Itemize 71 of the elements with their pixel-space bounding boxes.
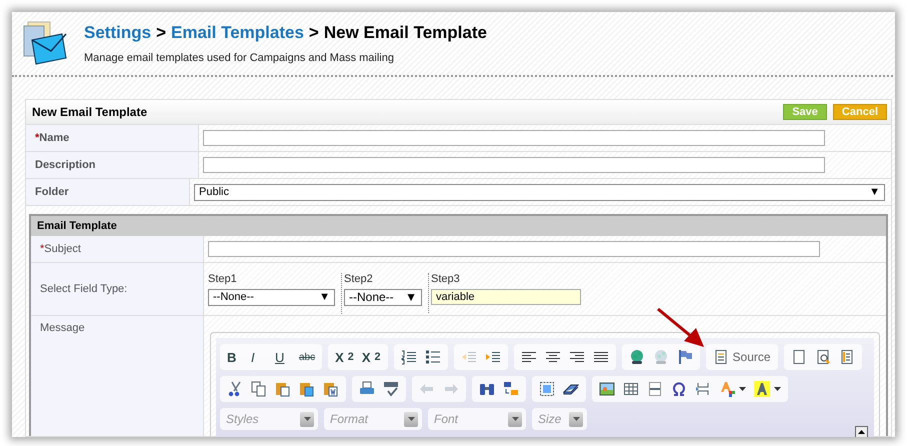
text-field[interactable] bbox=[203, 157, 825, 173]
caret-icon bbox=[304, 417, 310, 421]
clipboard-icon bbox=[275, 381, 291, 397]
field-label: Folder bbox=[26, 179, 190, 205]
step-label: Step1 bbox=[208, 272, 238, 284]
indent-icon bbox=[484, 349, 501, 365]
field-label: Message bbox=[31, 316, 204, 436]
caret-icon bbox=[774, 387, 781, 391]
scissors-icon bbox=[227, 381, 243, 397]
redo-icon bbox=[443, 381, 459, 397]
caret-icon bbox=[408, 417, 414, 421]
justify-icon bbox=[592, 349, 609, 365]
format-button[interactable]: I bbox=[248, 347, 270, 367]
field-label: Select Field Type: bbox=[31, 263, 204, 315]
caret-icon bbox=[512, 417, 518, 421]
panel-title: New Email Template bbox=[32, 105, 148, 119]
clipboard-icon bbox=[299, 381, 315, 397]
select-field[interactable]: --None-- ▼ bbox=[208, 288, 335, 306]
select-field[interactable]: Public ▼ bbox=[194, 184, 885, 200]
replace-icon bbox=[503, 381, 519, 397]
table-icon bbox=[623, 381, 639, 397]
caret-icon bbox=[572, 417, 580, 421]
triangle-up-icon bbox=[858, 430, 865, 434]
clipboard-icon bbox=[323, 381, 339, 397]
outdent-icon bbox=[460, 349, 477, 365]
highlight-color-icon bbox=[754, 381, 770, 397]
align-center-icon bbox=[544, 349, 561, 365]
breadcrumb-separator: > bbox=[308, 23, 319, 42]
spellcheck-icon bbox=[383, 381, 399, 397]
field-label: Description bbox=[26, 152, 199, 178]
step-label: Step3 bbox=[431, 272, 461, 284]
align-right-icon bbox=[568, 349, 585, 365]
magnifier-page-icon bbox=[814, 349, 831, 365]
breadcrumb-link[interactable]: Settings bbox=[84, 23, 152, 42]
bulleted-list-icon bbox=[424, 349, 441, 365]
omega-icon bbox=[671, 381, 687, 397]
field-label: *Name bbox=[26, 125, 199, 151]
text-field[interactable]: variable bbox=[431, 288, 581, 304]
globe-icon bbox=[628, 349, 645, 365]
source-button[interactable]: Source bbox=[710, 347, 774, 367]
globe-icon bbox=[652, 349, 669, 365]
page-subtitle: Manage email templates used for Campaigns and Mass mailing bbox=[84, 52, 395, 64]
format-button[interactable]: abc bbox=[296, 347, 318, 367]
image-icon bbox=[599, 381, 615, 397]
align-left-icon bbox=[520, 349, 537, 365]
binoculars-icon bbox=[479, 381, 495, 397]
printer-icon bbox=[359, 381, 375, 397]
annotation-arrow bbox=[656, 307, 706, 349]
toolbar-button[interactable] bbox=[751, 379, 784, 399]
format-button[interactable]: B bbox=[224, 347, 246, 367]
field-label: *Subject bbox=[31, 236, 204, 262]
text-color-icon bbox=[719, 381, 735, 397]
text-field[interactable] bbox=[208, 241, 820, 257]
section-title: Email Template bbox=[31, 216, 886, 236]
document-icon bbox=[712, 349, 729, 365]
flag-icon bbox=[676, 349, 693, 365]
copy-icon bbox=[251, 381, 267, 397]
caret-icon bbox=[739, 387, 746, 391]
collapse-toolbar-button[interactable] bbox=[855, 426, 868, 437]
breadcrumb-link[interactable]: Email Templates bbox=[171, 23, 304, 42]
blank-page-icon bbox=[790, 349, 807, 365]
step-label: Step2 bbox=[344, 272, 374, 284]
page-title: New Email Template bbox=[324, 23, 487, 42]
select-field[interactable]: --None-- ▼ bbox=[344, 288, 422, 306]
page-lines-icon bbox=[838, 349, 855, 365]
numbered-list-icon bbox=[400, 349, 417, 365]
text-field[interactable] bbox=[203, 130, 825, 146]
format-button[interactable]: U bbox=[272, 347, 294, 367]
breadcrumb-separator: > bbox=[156, 23, 166, 42]
page-break-icon bbox=[695, 381, 711, 397]
select-all-icon bbox=[539, 381, 555, 397]
